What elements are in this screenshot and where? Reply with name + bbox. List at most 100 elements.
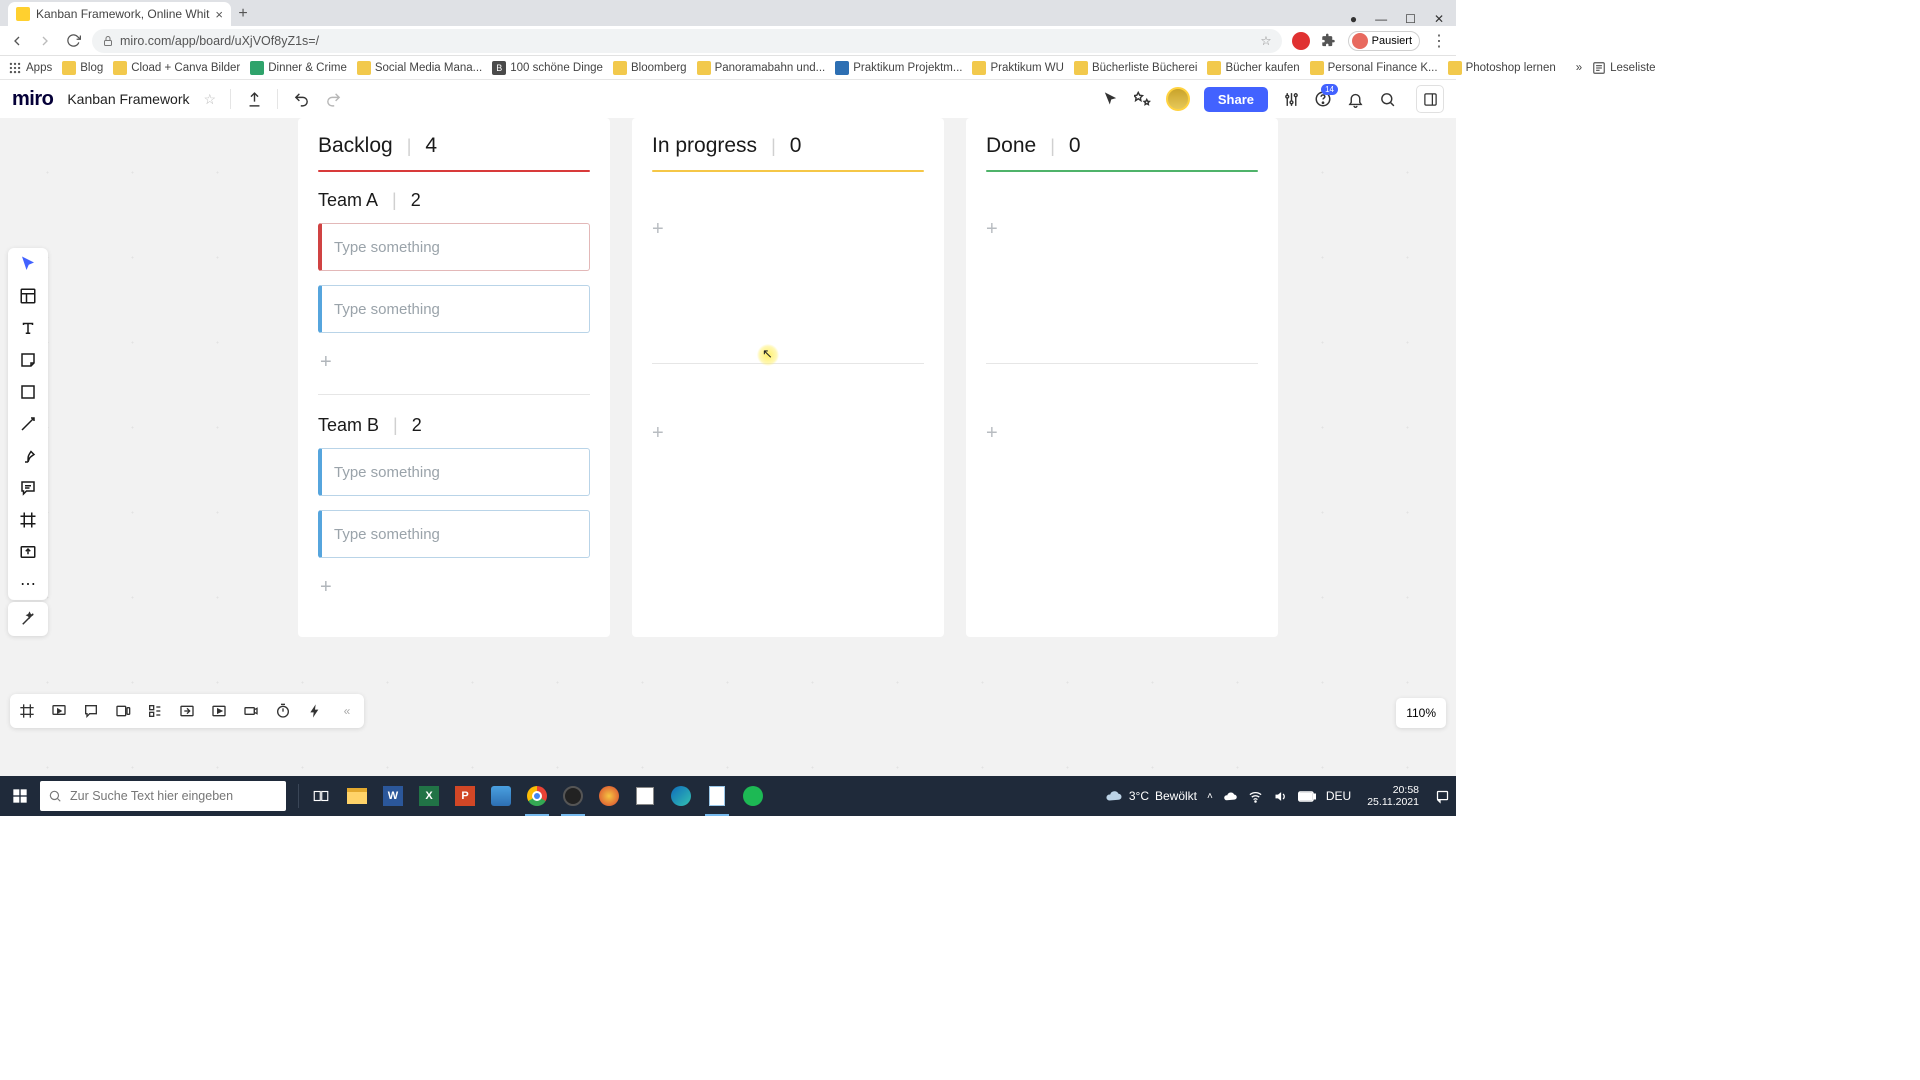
comment-tool-icon[interactable] — [18, 478, 38, 498]
taskbar-app-excel[interactable]: X — [411, 776, 447, 816]
upload-tool-icon[interactable] — [18, 542, 38, 562]
task-view-icon[interactable] — [303, 776, 339, 816]
cursor-icon[interactable] — [1102, 90, 1120, 108]
add-card-button[interactable]: + — [966, 216, 1278, 243]
select-tool-icon[interactable] — [18, 254, 38, 274]
record-icon[interactable] — [242, 702, 260, 720]
kanban-card[interactable]: Type something — [318, 285, 590, 333]
taskbar-app-chrome[interactable] — [519, 776, 555, 816]
miro-logo[interactable]: miro — [12, 88, 53, 111]
add-card-button[interactable]: + — [318, 572, 590, 615]
maximize-icon[interactable]: ☐ — [1405, 12, 1416, 26]
presentation-icon[interactable] — [50, 702, 68, 720]
right-panel-toggle-icon[interactable] — [1416, 85, 1444, 113]
reload-icon[interactable] — [64, 32, 82, 50]
frame-tool-icon[interactable] — [18, 510, 38, 530]
forward-icon[interactable] — [36, 32, 54, 50]
account-dot-icon[interactable]: ● — [1350, 12, 1357, 26]
bookmark-star-icon[interactable]: ☆ — [1260, 33, 1271, 48]
taskbar-app-notepad[interactable] — [699, 776, 735, 816]
tray-battery-icon[interactable] — [1298, 791, 1316, 802]
templates-icon[interactable] — [18, 286, 38, 306]
start-button[interactable] — [0, 776, 40, 816]
reading-list-button[interactable]: Leseliste — [1592, 61, 1655, 75]
taskbar-app-generic[interactable] — [627, 776, 663, 816]
bookmark-item[interactable]: Personal Finance K... — [1310, 61, 1438, 75]
taskbar-app-obs[interactable] — [555, 776, 591, 816]
bookmark-item[interactable]: B100 schöne Dinge — [492, 61, 603, 75]
zoom-level[interactable]: 110% — [1396, 698, 1446, 728]
card-view-icon[interactable] — [114, 702, 132, 720]
pen-tool-icon[interactable] — [18, 446, 38, 466]
share-button[interactable]: Share — [1204, 87, 1268, 112]
add-card-button[interactable]: + — [966, 420, 1278, 447]
star-board-icon[interactable]: ☆ — [204, 91, 217, 108]
user-avatar[interactable] — [1166, 87, 1190, 111]
chrome-menu-icon[interactable]: ⋮ — [1430, 32, 1448, 50]
kanban-column-inprogress[interactable]: In progress|0 + + — [632, 118, 944, 637]
magic-tool-icon[interactable] — [19, 610, 37, 628]
bookmark-item[interactable]: Cload + Canva Bilder — [113, 61, 240, 75]
bookmark-item[interactable]: Social Media Mana... — [357, 61, 482, 75]
undo-icon[interactable] — [292, 90, 310, 108]
comments-icon[interactable] — [82, 702, 100, 720]
new-tab-button[interactable]: + — [231, 2, 255, 26]
add-card-button[interactable]: + — [632, 216, 944, 243]
timer-icon[interactable] — [274, 702, 292, 720]
taskbar-app-edge-legacy[interactable] — [483, 776, 519, 816]
abp-extension-icon[interactable] — [1292, 32, 1310, 50]
bookmark-item[interactable]: Apps — [8, 61, 52, 75]
bolt-icon[interactable] — [306, 702, 324, 720]
browser-tab[interactable]: Kanban Framework, Online Whit × — [8, 2, 231, 26]
help-icon[interactable]: 14 — [1314, 90, 1332, 108]
bell-icon[interactable] — [1346, 90, 1364, 108]
kanban-column-backlog[interactable]: Backlog | 4 Team A|2 Type something Type… — [298, 118, 610, 637]
tray-wifi-icon[interactable] — [1248, 789, 1263, 804]
taskbar-app-explorer[interactable] — [339, 776, 375, 816]
taskbar-app-edge[interactable] — [663, 776, 699, 816]
bookmark-item[interactable]: Blog — [62, 61, 103, 75]
collapse-toolbar-icon[interactable]: « — [338, 702, 356, 720]
redo-icon[interactable] — [324, 90, 342, 108]
shape-tool-icon[interactable] — [18, 382, 38, 402]
minimize-icon[interactable]: — — [1375, 12, 1387, 26]
bookmarks-overflow[interactable]: » — [1576, 62, 1582, 74]
taskbar-app-generic[interactable] — [591, 776, 627, 816]
frames-icon[interactable] — [18, 702, 36, 720]
tray-cloud-icon[interactable] — [1223, 789, 1238, 804]
tray-notifications-icon[interactable] — [1435, 789, 1450, 804]
kanban-column-done[interactable]: Done|0 + + — [966, 118, 1278, 637]
kanban-card[interactable]: Type something — [318, 223, 590, 271]
taskbar-app-spotify[interactable] — [735, 776, 771, 816]
bookmark-item[interactable]: Praktikum Projektm... — [835, 61, 962, 75]
taskbar-search[interactable]: Zur Suche Text hier eingeben — [40, 781, 286, 811]
bookmark-item[interactable]: Bücher kaufen — [1207, 61, 1299, 75]
bookmark-item[interactable]: Photoshop lernen — [1448, 61, 1556, 75]
activity-icon[interactable] — [146, 702, 164, 720]
reactions-icon[interactable] — [1134, 90, 1152, 108]
kanban-card[interactable]: Type something — [318, 510, 590, 558]
close-tab-icon[interactable]: × — [215, 7, 223, 22]
weather-widget[interactable]: 3°C Bewölkt — [1105, 787, 1197, 805]
bookmark-item[interactable]: Bloomberg — [613, 61, 687, 75]
tray-language[interactable]: DEU — [1326, 789, 1351, 803]
back-icon[interactable] — [8, 32, 26, 50]
line-tool-icon[interactable] — [18, 414, 38, 434]
screenshot-icon[interactable] — [210, 702, 228, 720]
kanban-card[interactable]: Type something — [318, 448, 590, 496]
board-name[interactable]: Kanban Framework — [67, 91, 189, 107]
text-tool-icon[interactable] — [18, 318, 38, 338]
bookmark-item[interactable]: Praktikum WU — [972, 61, 1063, 75]
more-tools-icon[interactable]: ⋯ — [18, 574, 38, 594]
taskbar-app-powerpoint[interactable]: P — [447, 776, 483, 816]
profile-paused-chip[interactable]: Pausiert — [1348, 31, 1420, 51]
bookmark-item[interactable]: Dinner & Crime — [250, 61, 347, 75]
add-card-button[interactable]: + — [632, 420, 944, 447]
search-icon[interactable] — [1378, 90, 1396, 108]
bookmark-item[interactable]: Panoramabahn und... — [697, 61, 826, 75]
share-link-icon[interactable] — [178, 702, 196, 720]
taskbar-app-word[interactable]: W — [375, 776, 411, 816]
tray-clock[interactable]: 20:58 25.11.2021 — [1361, 784, 1425, 808]
export-icon[interactable] — [245, 90, 263, 108]
tray-volume-icon[interactable] — [1273, 789, 1288, 804]
